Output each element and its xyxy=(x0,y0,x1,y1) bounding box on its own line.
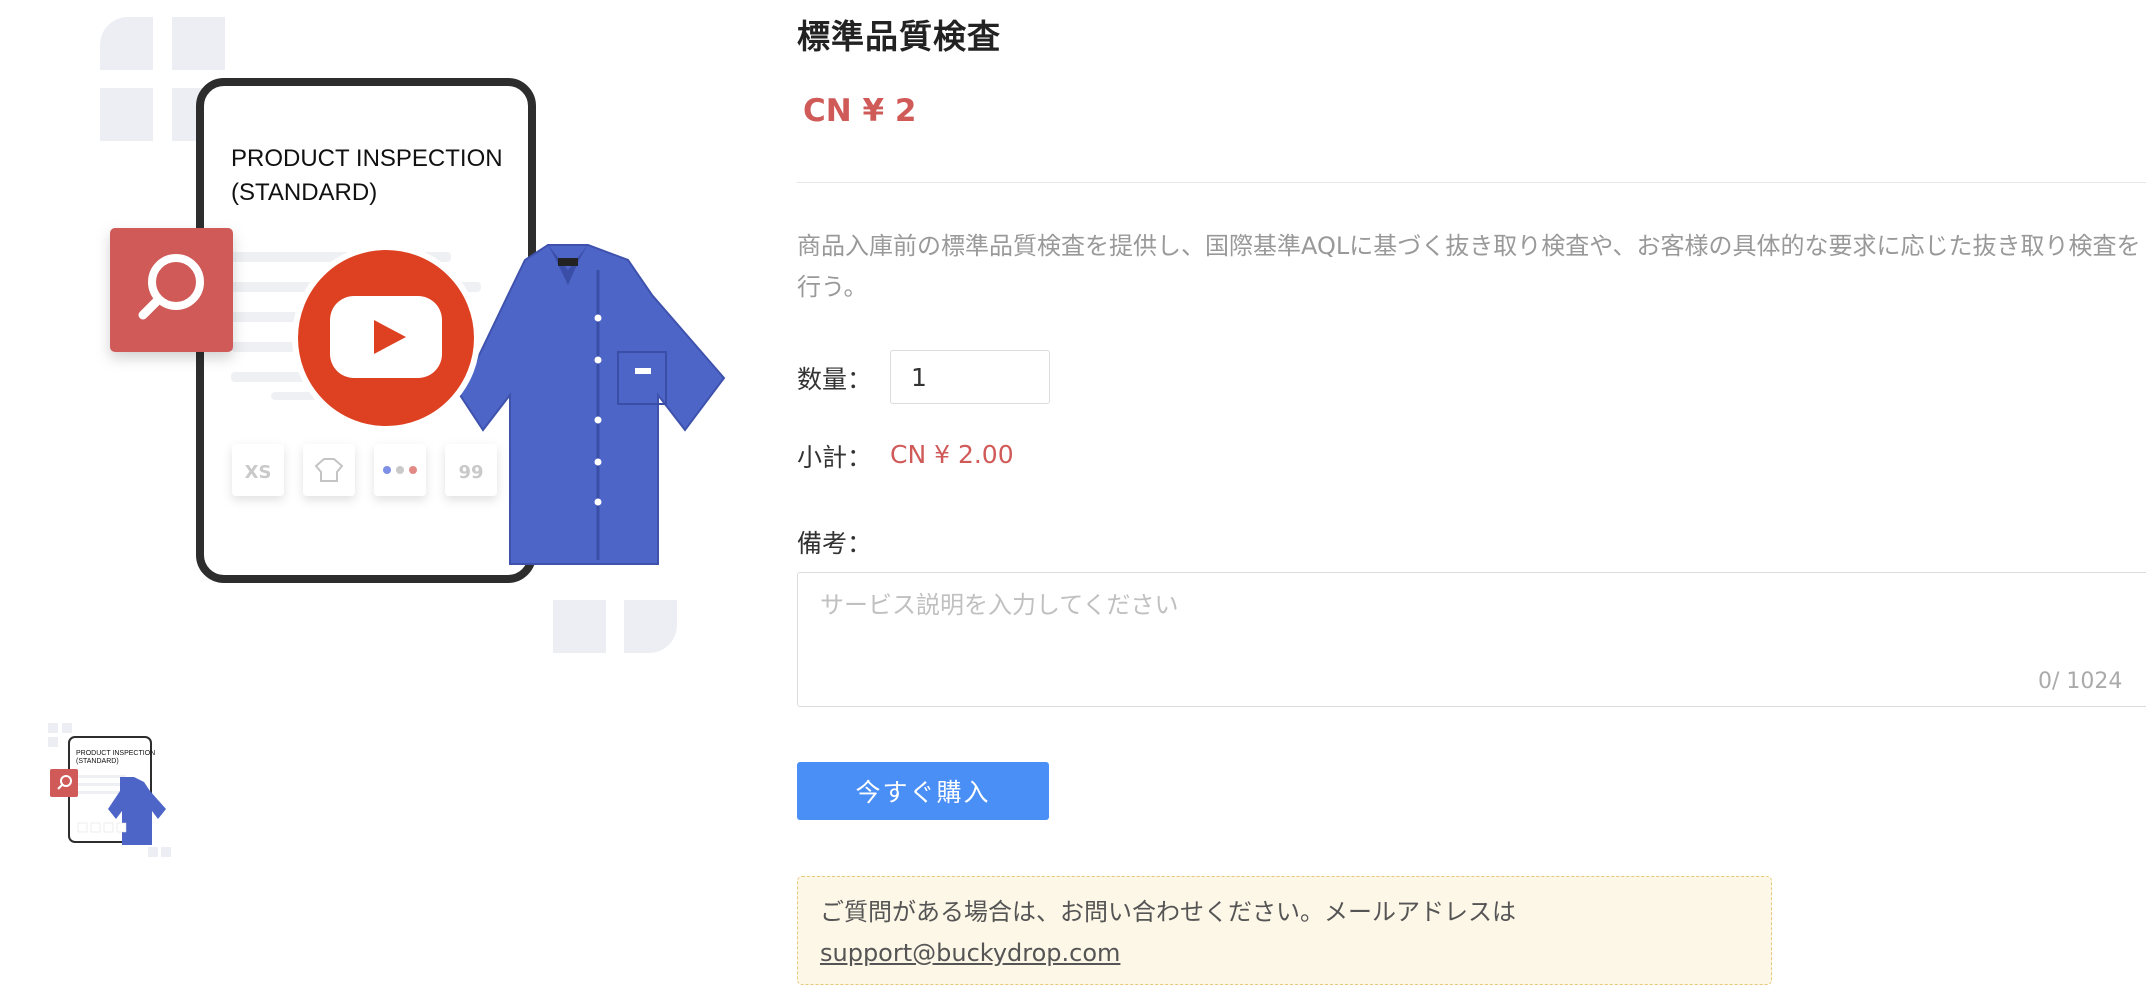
product-main-image: PRODUCT INSPECTION (STANDARD) XS 99 xyxy=(40,0,760,670)
quantity-label: 数量： xyxy=(797,365,873,394)
quantity-input[interactable] xyxy=(890,350,1050,404)
play-video-icon[interactable] xyxy=(292,244,480,432)
subtotal-value: CN ¥ 2.00 xyxy=(890,440,1014,469)
product-title: 標準品質検査 xyxy=(797,17,1001,56)
contact-notice: ご質問がある場合は、お問い合わせください。メールアドレスは support@bu… xyxy=(797,876,1772,985)
chip-count-label: 99 xyxy=(458,462,483,483)
thumb-heading-line2: (STANDARD) xyxy=(76,758,119,765)
search-tile xyxy=(110,228,233,352)
tablet-heading-line1: PRODUCT INSPECTION xyxy=(231,145,503,172)
note-label: 備考： xyxy=(797,529,873,558)
chip-size-label: XS xyxy=(245,462,272,483)
note-char-counter: 0/ 1024 xyxy=(2038,669,2123,694)
product-price: CN ¥ 2 xyxy=(803,93,917,129)
buy-now-button[interactable]: 今すぐ購入 xyxy=(797,762,1049,820)
subtotal-label: 小計： xyxy=(797,443,873,472)
tablet-heading-line2: (STANDARD) xyxy=(231,179,377,206)
support-email-link[interactable]: support@buckydrop.com xyxy=(820,939,1120,967)
thumb-heading-line1: PRODUCT INSPECTION xyxy=(76,750,155,757)
chip-shirt-icon xyxy=(303,444,355,496)
note-field: 0/ 1024 xyxy=(797,572,2146,707)
note-textarea[interactable] xyxy=(818,583,2122,667)
decor-squares-bottom xyxy=(553,600,677,653)
divider xyxy=(797,182,2146,183)
notice-text: ご質問がある場合は、お問い合わせください。メールアドレスは xyxy=(820,898,1516,926)
product-thumbnail[interactable]: PRODUCT INSPECTION (STANDARD) xyxy=(40,715,195,865)
product-description: 商品入庫前の標準品質検査を提供し、国際基準AQLに基づく抜き取り検査や、お客様の… xyxy=(797,232,2141,301)
